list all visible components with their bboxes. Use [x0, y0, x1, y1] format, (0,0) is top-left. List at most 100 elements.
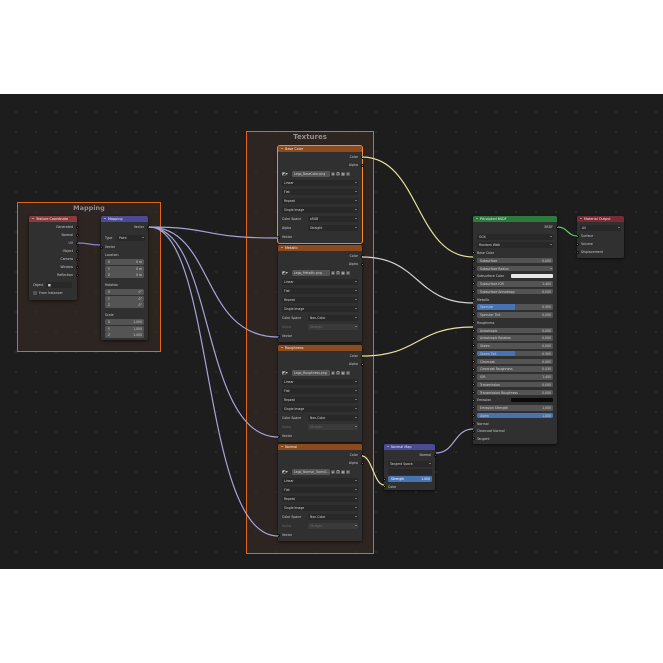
source-dropdown[interactable]: Single Image	[282, 207, 358, 213]
uv-map-field[interactable]	[388, 468, 432, 475]
object-field[interactable]: ■	[46, 282, 72, 288]
clearcoat-roughness-field[interactable]: Clearcoat Roughness 0.030	[477, 366, 553, 372]
projection-dropdown[interactable]: Flat	[282, 189, 358, 195]
socket-normal-out[interactable]	[433, 453, 437, 457]
color-space-dropdown[interactable]: sRGB	[308, 216, 358, 222]
link-roughness-to-bsdf[interactable]	[361, 326, 474, 357]
strength-field[interactable]: Strength 1.000	[388, 476, 432, 482]
shader-node-editor[interactable]: Mapping Textures Texture Coordinate Gene…	[0, 94, 663, 569]
socket-alpha-out[interactable]	[360, 262, 364, 266]
distribution-dropdown[interactable]: GGX	[477, 234, 553, 240]
scale-y[interactable]: Y 1.000	[105, 325, 144, 332]
alpha-dropdown[interactable]: Straight	[308, 424, 358, 430]
rotation-z[interactable]: Z 0°	[105, 302, 144, 308]
socket-tangent-in[interactable]	[471, 437, 475, 441]
socket-specular-in[interactable]	[471, 305, 475, 309]
projection-dropdown[interactable]: Flat	[282, 288, 358, 294]
socket-displacement-in[interactable]	[575, 250, 579, 254]
socket-color-out[interactable]	[360, 453, 364, 457]
location-x[interactable]: X0 m	[105, 259, 144, 265]
location-z[interactable]: Z0 m	[105, 272, 144, 278]
clearcoat-field[interactable]: Clearcoat 0.000	[477, 358, 553, 365]
node-mapping[interactable]: Mapping Vector Type Point Vector Locatio…	[99, 216, 150, 340]
socket-anisotropic-in[interactable]	[471, 328, 475, 332]
projection-dropdown[interactable]: Flat	[282, 487, 358, 493]
node-image-texture-metallic[interactable]: Metallic Color Alpha ◩▾ Lego_Metallic.png ⊡ ❐ ▤…	[276, 245, 364, 342]
color-space-dropdown[interactable]: Non-Color	[308, 415, 358, 421]
specular-field[interactable]: Specular 0.500	[477, 304, 553, 310]
link-normalmap-to-bsdf[interactable]	[435, 428, 474, 454]
socket-window[interactable]	[75, 265, 79, 269]
socket-clearcoat-in[interactable]	[471, 359, 475, 363]
socket-sheen-tint-in[interactable]	[471, 352, 475, 356]
socket-alpha-out[interactable]	[360, 362, 364, 366]
image-name-field[interactable]: Lego_Roughness.png	[292, 370, 330, 376]
type-dropdown[interactable]: Point	[117, 235, 145, 241]
source-dropdown[interactable]: Single Image	[282, 505, 358, 511]
alpha-field[interactable]: Alpha 1.000	[477, 412, 553, 419]
close-icon[interactable]: ✕	[346, 470, 350, 474]
scale-z[interactable]: Z 1.000	[105, 332, 144, 338]
emission-swatch[interactable]	[511, 398, 553, 403]
duplicate-icon[interactable]: ❐	[336, 271, 340, 275]
socket-transmission-in[interactable]	[471, 383, 475, 387]
socket-roughness-in[interactable]	[471, 321, 475, 325]
socket-clearcoat-normal-in[interactable]	[471, 429, 475, 433]
shield-icon[interactable]: ⊡	[331, 371, 335, 375]
socket-color-out[interactable]	[360, 354, 364, 358]
socket-vector-out[interactable]	[146, 225, 150, 229]
socket-ior-in[interactable]	[471, 375, 475, 379]
socket-specular-tint-in[interactable]	[471, 313, 475, 317]
node-texture-coordinate[interactable]: Texture Coordinate Generated Normal UV O…	[29, 216, 79, 300]
duplicate-icon[interactable]: ❐	[336, 470, 340, 474]
socket-reflection[interactable]	[75, 273, 79, 277]
rotation-y[interactable]: Y 0°	[105, 295, 144, 302]
socket-uv[interactable]	[75, 241, 79, 245]
close-icon[interactable]: ✕	[346, 172, 350, 176]
duplicate-icon[interactable]: ❐	[336, 371, 340, 375]
socket-surface-in[interactable]	[575, 234, 579, 238]
socket-subsurface-anisotropy-in[interactable]	[471, 290, 475, 294]
socket-alpha-in[interactable]	[471, 414, 475, 418]
socket-sheen-in[interactable]	[471, 344, 475, 348]
source-dropdown[interactable]: Single Image	[282, 306, 358, 312]
sheen-tint-field[interactable]: Sheen Tint 0.500	[477, 350, 553, 357]
interpolation-dropdown[interactable]: Linear	[282, 279, 358, 285]
folder-icon[interactable]: ▤	[341, 271, 345, 275]
location-y[interactable]: Y0 m	[105, 265, 144, 272]
socket-generated[interactable]	[75, 225, 79, 229]
interpolation-dropdown[interactable]: Linear	[282, 478, 358, 484]
socket-vector-in[interactable]	[276, 334, 280, 338]
socket-subsurface-color-in[interactable]	[471, 274, 475, 278]
space-dropdown[interactable]: Tangent Space	[388, 461, 432, 467]
shield-icon[interactable]: ⊡	[331, 172, 335, 176]
socket-vector-in[interactable]	[276, 235, 280, 239]
socket-emission-in[interactable]	[471, 398, 475, 402]
alpha-dropdown[interactable]: Straight	[308, 324, 358, 330]
socket-emission-strength-in[interactable]	[471, 406, 475, 410]
image-name-field[interactable]: Lego_Metallic.png	[292, 270, 330, 276]
extension-dropdown[interactable]: Repeat	[282, 297, 358, 303]
image-name-field[interactable]: Lego_Normal_OpenG...	[292, 469, 330, 475]
shield-icon[interactable]: ⊡	[331, 470, 335, 474]
socket-volume-in[interactable]	[575, 242, 579, 246]
emission-strength-field[interactable]: Emission Strength 1.000	[477, 405, 553, 411]
projection-dropdown[interactable]: Flat	[282, 388, 358, 394]
shield-icon[interactable]: ⊡	[331, 271, 335, 275]
subsurface-field[interactable]: Subsurface 0.000	[477, 257, 553, 264]
anisotropic-field[interactable]: Anisotropic 0.000	[477, 327, 553, 334]
socket-color-out[interactable]	[360, 254, 364, 258]
folder-icon[interactable]: ▤	[341, 470, 345, 474]
anisotropic-rotation-field[interactable]: Anisotropic Rotation 0.000	[477, 335, 553, 341]
node-normal-map[interactable]: Normal Map Normal Tangent Space Strength…	[382, 444, 437, 490]
subsurface-method-dropdown[interactable]: Random Walk	[477, 242, 553, 248]
close-icon[interactable]: ✕	[346, 271, 350, 275]
subsurface-radius-dropdown[interactable]: Subsurface Radius	[477, 265, 553, 272]
socket-camera[interactable]	[75, 257, 79, 261]
socket-subsurface-radius-in[interactable]	[471, 266, 475, 270]
socket-anisotropic-rotation-in[interactable]	[471, 336, 475, 340]
ior-field[interactable]: IOR 1.450	[477, 374, 553, 380]
socket-bsdf-out[interactable]	[555, 225, 559, 229]
node-image-texture-base-color[interactable]: Base Color Color Alpha ◩▾ Lego_BaseColor.png…	[276, 145, 364, 244]
from-instancer-checkbox[interactable]	[33, 291, 37, 295]
